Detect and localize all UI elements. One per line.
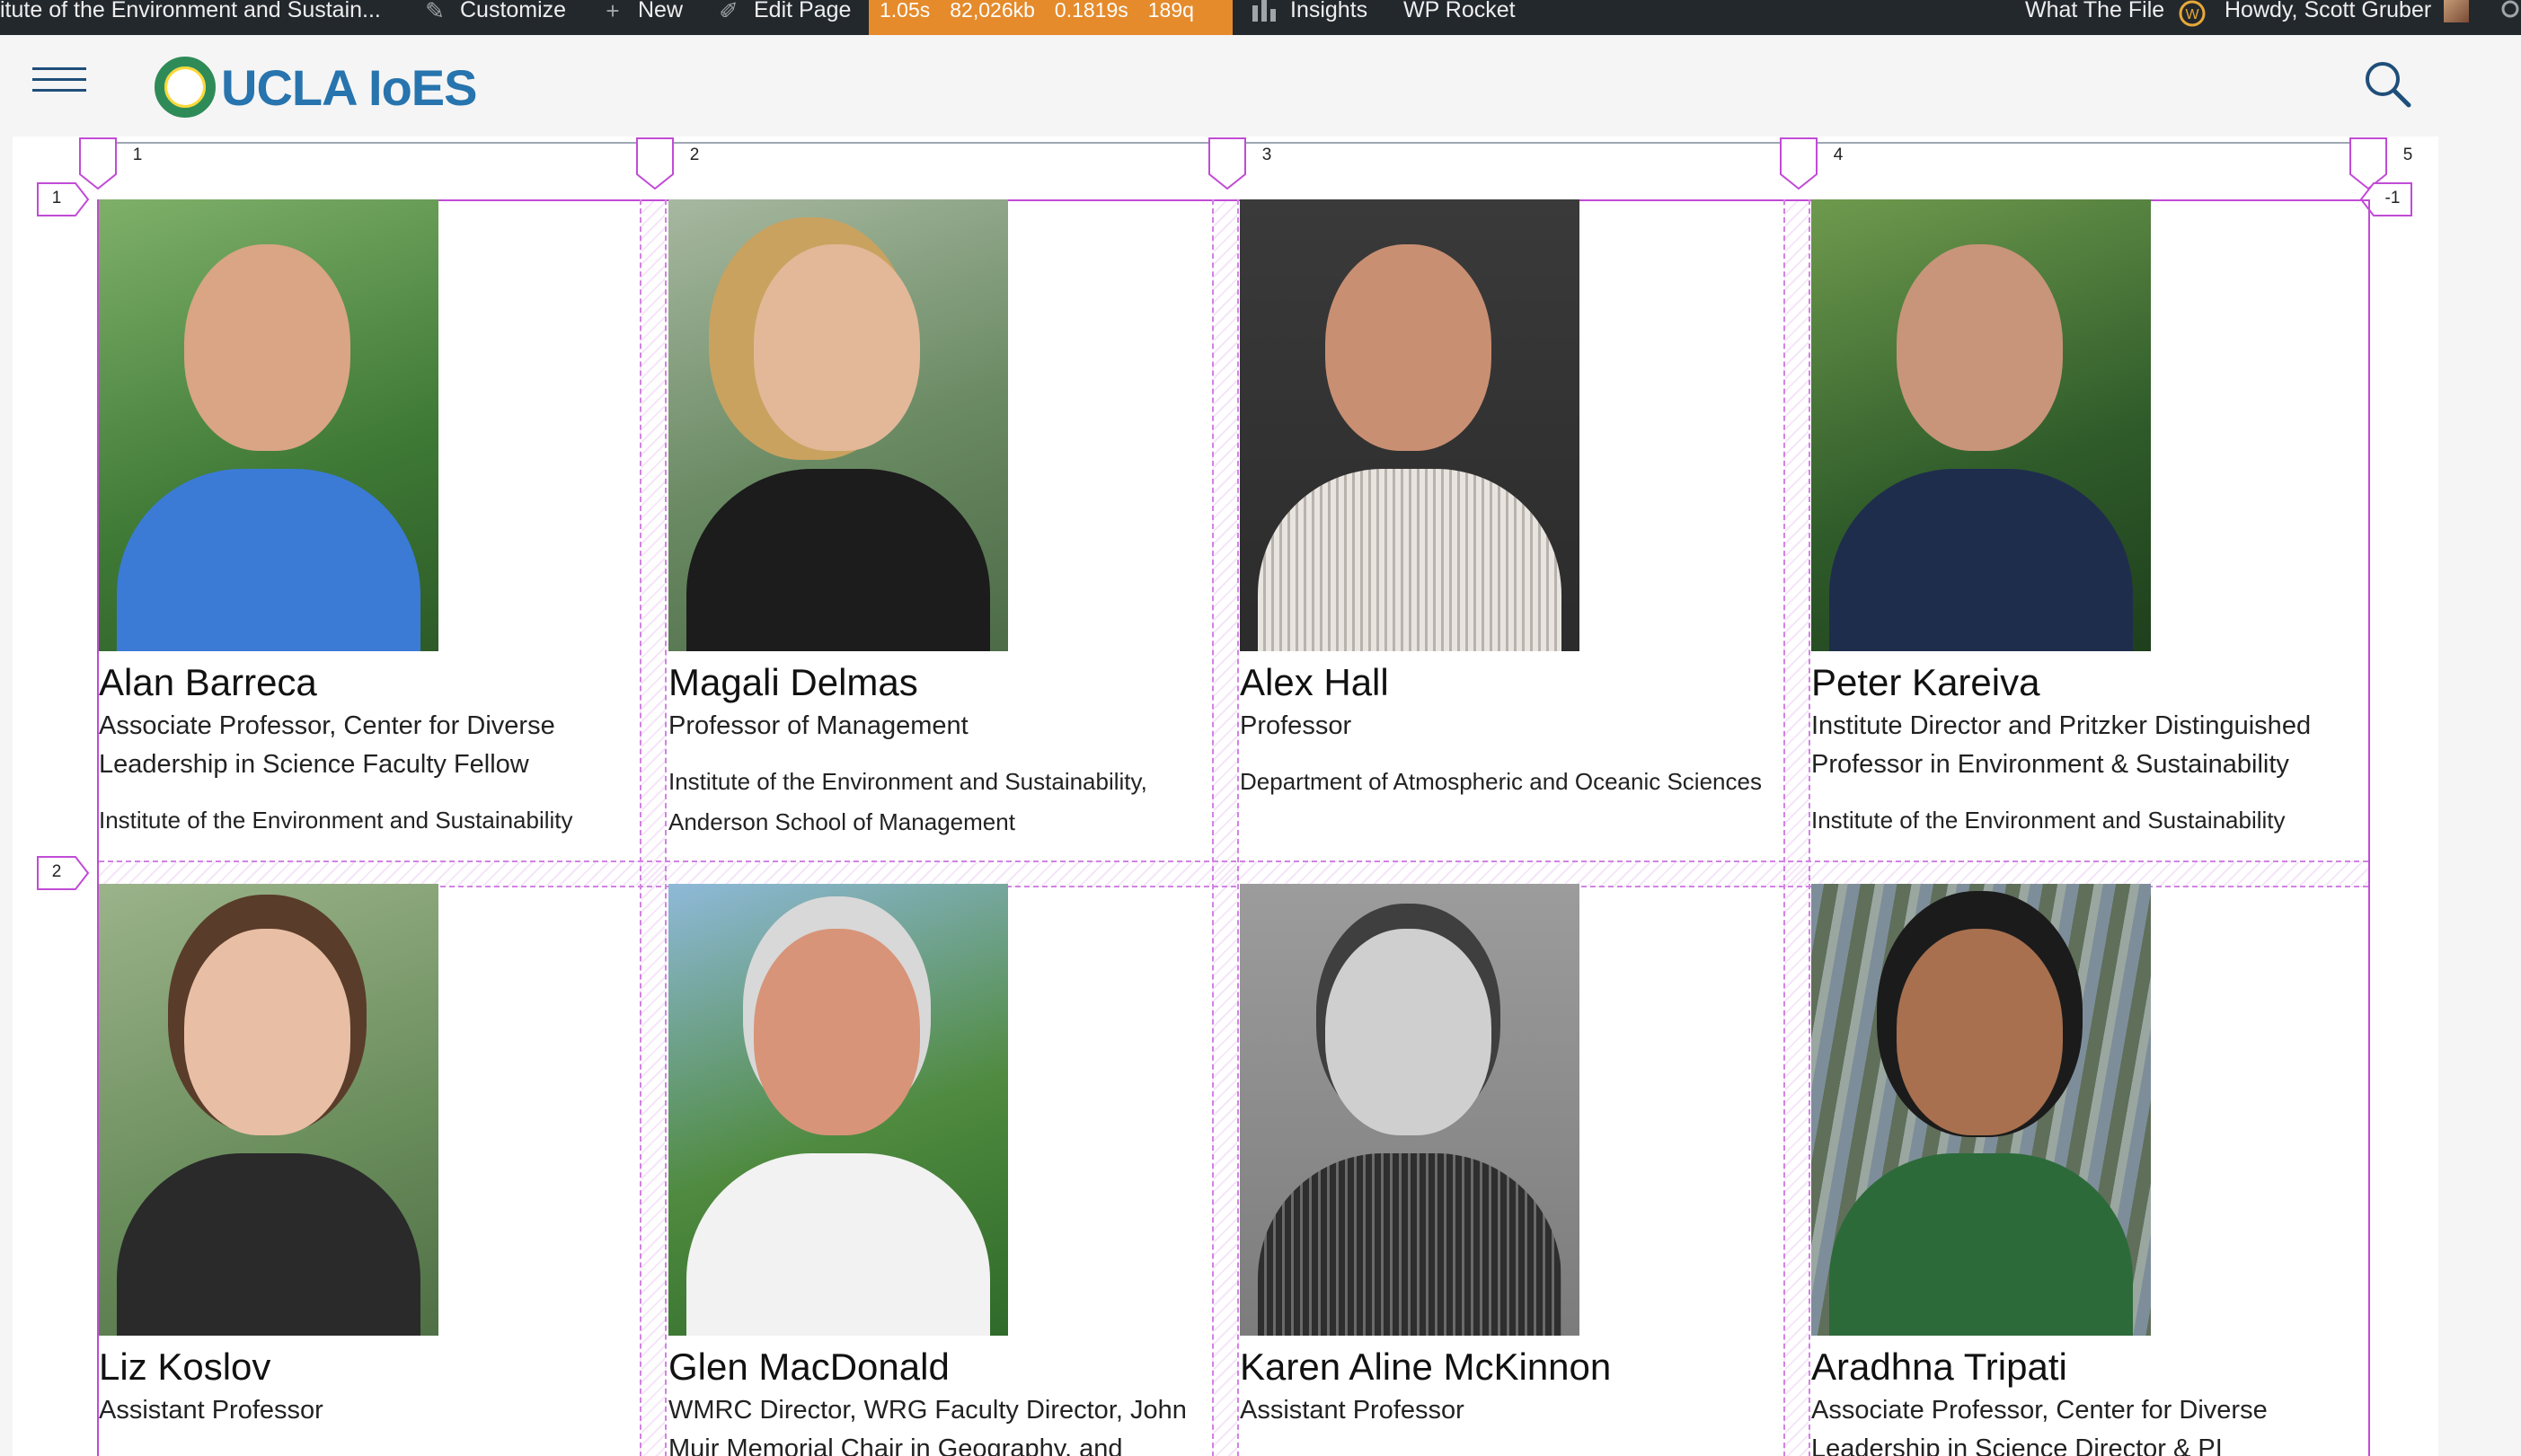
person-card: Peter Kareiva Institute Director and Pri… xyxy=(1811,199,2350,841)
person-card: Alan Barreca Associate Professor, Center… xyxy=(99,199,638,841)
hamburger-line xyxy=(32,89,86,92)
person-title: WMRC Director, WRG Faculty Director, Joh… xyxy=(668,1396,1187,1456)
person-name[interactable]: Liz Koslov xyxy=(99,1345,638,1390)
person-photo[interactable] xyxy=(1240,199,1579,651)
person-title: Assistant Professor xyxy=(99,1396,323,1425)
perf-time: 1.05s xyxy=(880,0,931,22)
person-photo[interactable] xyxy=(99,199,438,651)
person-department: Department of Atmospheric and Oceanic Sc… xyxy=(1240,768,1762,795)
person-title: Institute Director and Pritzker Distingu… xyxy=(1811,711,2312,779)
person-photo[interactable] xyxy=(99,884,438,1336)
what-the-file-icon: W xyxy=(2177,0,2207,31)
main-content: 1 2 3 4 5 1 2 -1 Alan Barreca Associate … xyxy=(13,137,2438,1456)
query-monitor-stats[interactable]: 1.05s 82,026kb 0.1819s 189q xyxy=(869,0,1233,35)
plus-icon: + xyxy=(606,0,620,24)
person-department: Institute of the Environment and Sustain… xyxy=(99,807,573,834)
grid-column-marker-4: 4 xyxy=(1779,137,1843,190)
what-the-file-label: What The File xyxy=(2025,0,2165,22)
magnifier-icon xyxy=(2366,62,2411,108)
person-card: Liz Koslov Assistant Professor xyxy=(99,884,638,1446)
person-department: Institute of the Environment and Sustain… xyxy=(1811,807,2286,834)
site-name-label: itute of the Environment and Sustain... xyxy=(0,0,381,22)
person-name[interactable]: Aradhna Tripati xyxy=(1811,1345,2350,1390)
person-name[interactable]: Alex Hall xyxy=(1240,660,1779,705)
admin-bar-search[interactable] xyxy=(2499,0,2521,35)
person-photo[interactable] xyxy=(1811,199,2151,651)
grid-row-marker-2: 2 xyxy=(36,855,90,891)
new-label: New xyxy=(638,0,684,22)
person-department: Institute of the Environment and Sustain… xyxy=(668,768,1147,835)
admin-bar-my-account[interactable]: Howdy, Scott Gruber xyxy=(2225,0,2470,35)
insights-label: Insights xyxy=(1290,0,1368,22)
ucla-ioes-logo-ring-icon xyxy=(155,57,216,118)
grid-column-gap xyxy=(1212,199,1239,1456)
user-avatar xyxy=(2444,0,2470,22)
person-photo[interactable] xyxy=(1240,884,1579,1336)
grid-column-gap xyxy=(1783,199,1810,1456)
person-title: Professor xyxy=(1240,711,1352,740)
admin-bar-site-name[interactable]: itute of the Environment and Sustain... xyxy=(0,0,381,35)
admin-bar-insights[interactable]: Insights xyxy=(1251,0,1367,35)
person-name[interactable]: Magali Delmas xyxy=(668,660,1207,705)
person-card: Karen Aline McKinnon Assistant Professor xyxy=(1240,884,1779,1446)
site-logo-link[interactable]: UCLA IoES xyxy=(155,57,477,118)
person-card: Glen MacDonald WMRC Director, WRG Facult… xyxy=(668,884,1207,1456)
person-title: Associate Professor, Center for Diverse … xyxy=(1811,1396,2268,1456)
site-logo-text: UCLA IoES xyxy=(221,58,477,116)
person-name[interactable]: Alan Barreca xyxy=(99,660,638,705)
pencil-icon: ✐ xyxy=(719,0,739,24)
person-card: Magali Delmas Professor of Management In… xyxy=(668,199,1207,843)
admin-bar-new[interactable]: + New xyxy=(600,0,683,35)
site-search-button[interactable] xyxy=(2363,59,2413,110)
perf-queries: 189q xyxy=(1147,0,1194,22)
wp-rocket-label: WP Rocket xyxy=(1403,0,1516,22)
grid-column-gap xyxy=(640,199,667,1456)
edit-page-label: Edit Page xyxy=(754,0,852,22)
admin-bar-wp-rocket[interactable]: WP Rocket xyxy=(1403,0,1516,35)
perf-memory: 82,026kb xyxy=(950,0,1035,22)
person-name[interactable]: Karen Aline McKinnon xyxy=(1240,1345,1779,1390)
site-header: UCLA IoES xyxy=(0,35,2521,137)
person-photo[interactable] xyxy=(1811,884,2151,1336)
howdy-label: Howdy, Scott Gruber xyxy=(2225,0,2432,22)
search-icon xyxy=(2499,0,2521,27)
grid-column-marker-2: 2 xyxy=(635,137,699,190)
person-photo[interactable] xyxy=(668,884,1008,1336)
grid-column-marker-3: 3 xyxy=(1207,137,1271,190)
svg-text:W: W xyxy=(2186,7,2200,22)
hamburger-line xyxy=(32,67,86,70)
person-title: Associate Professor, Center for Diverse … xyxy=(99,711,555,779)
person-name[interactable]: Peter Kareiva xyxy=(1811,660,2350,705)
person-name[interactable]: Glen MacDonald xyxy=(668,1345,1207,1390)
person-title: Professor of Management xyxy=(668,711,969,740)
admin-bar-what-the-file[interactable]: What The File W xyxy=(2025,0,2207,35)
customize-label: Customize xyxy=(460,0,567,22)
person-title: Assistant Professor xyxy=(1240,1396,1464,1425)
admin-bar-edit-page[interactable]: ✐ Edit Page xyxy=(716,0,851,35)
wp-admin-bar: itute of the Environment and Sustain... … xyxy=(0,0,2521,35)
bar-chart-icon xyxy=(1251,0,1278,25)
hamburger-line xyxy=(32,78,86,81)
perf-query-time: 0.1819s xyxy=(1054,0,1128,22)
paintbrush-icon: ✎ xyxy=(425,0,445,24)
grid-row-marker-1: 1 xyxy=(36,181,90,217)
person-photo[interactable] xyxy=(668,199,1008,651)
menu-toggle-button[interactable] xyxy=(32,67,86,96)
person-card: Aradhna Tripati Associate Professor, Cen… xyxy=(1811,884,2350,1456)
person-card: Alex Hall Professor Department of Atmosp… xyxy=(1240,199,1779,802)
admin-bar-customize[interactable]: ✎ Customize xyxy=(422,0,566,35)
